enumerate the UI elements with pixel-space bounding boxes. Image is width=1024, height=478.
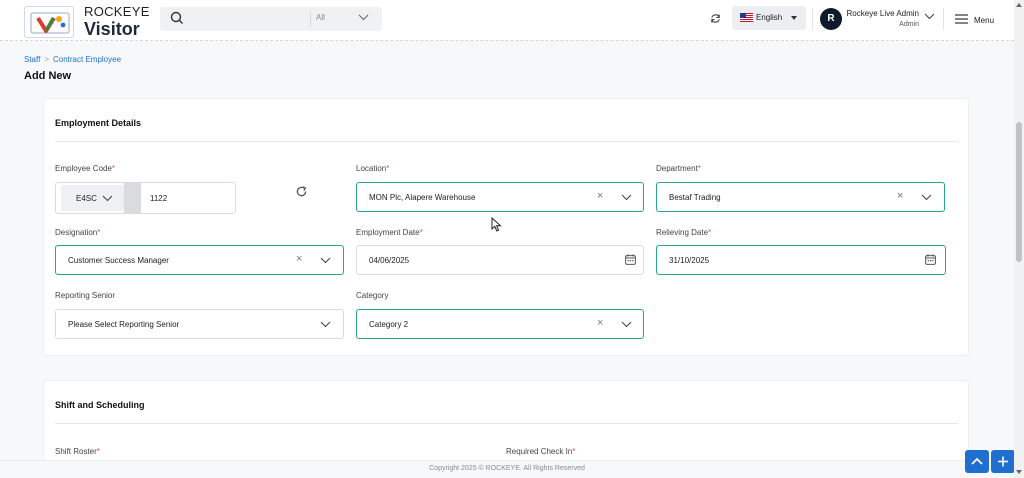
page-title: Add New: [24, 70, 72, 82]
section-title: Employment Details: [55, 118, 142, 128]
add-button[interactable]: [991, 450, 1015, 473]
designation-value: Customer Success Manager: [68, 256, 169, 265]
plus-icon: [998, 456, 1008, 467]
shift-roster-label: Shift Roster*: [55, 447, 100, 456]
global-search[interactable]: All: [160, 7, 382, 31]
search-divider: [310, 11, 311, 27]
section-title: Shift and Scheduling: [55, 400, 145, 410]
search-icon[interactable]: [170, 11, 184, 25]
regenerate-icon[interactable]: [296, 186, 307, 197]
footer: Copyright 2025 © ROCKEYE. All Rights Res…: [0, 460, 1014, 478]
employment-date-label: Employment Date*: [356, 228, 423, 237]
user-name[interactable]: Rockeye Live Admin: [843, 9, 919, 18]
calendar-icon[interactable]: [925, 254, 936, 265]
chevron-down-icon: [102, 195, 113, 202]
header-divider: [812, 8, 813, 30]
chevron-down-icon[interactable]: [621, 321, 632, 328]
relieving-date-input[interactable]: 31/10/2025: [656, 245, 946, 275]
clear-icon[interactable]: ×: [296, 253, 302, 265]
department-select[interactable]: Bestaf Trading ×: [656, 182, 945, 212]
copyright-text: Copyright 2025 © ROCKEYE. All Rights Res…: [429, 465, 585, 472]
breadcrumb-item-staff[interactable]: Staff: [24, 55, 40, 64]
location-label: Location*: [356, 164, 390, 173]
user-role: Admin: [899, 21, 919, 28]
brand-name-bottom: Visitor: [84, 19, 140, 39]
reporting-senior-placeholder: Please Select Reporting Senior: [68, 320, 180, 329]
section-divider: [55, 423, 958, 424]
employee-code-input[interactable]: 1122: [150, 194, 167, 203]
department-label: Department*: [656, 164, 701, 173]
employment-details-card: Employment Details Employee Code* E4SC 1…: [43, 98, 969, 356]
clear-icon[interactable]: ×: [597, 317, 603, 329]
chevron-down-icon[interactable]: [621, 194, 632, 201]
designation-label: Designation*: [55, 228, 101, 237]
hamburger-icon[interactable]: [955, 14, 968, 24]
chevron-down-icon[interactable]: [320, 257, 331, 264]
us-flag-icon: [740, 13, 753, 22]
mouse-cursor-icon: [491, 217, 502, 232]
department-value: Bestaf Trading: [669, 193, 721, 202]
location-select[interactable]: MON Plc, Alapere Warehouse ×: [356, 182, 644, 212]
refresh-icon[interactable]: [710, 13, 721, 24]
clear-icon[interactable]: ×: [597, 190, 603, 202]
employment-date-value: 04/06/2025: [369, 256, 410, 265]
relieving-date-label: Relieving Date*: [656, 228, 712, 237]
chevron-down-icon[interactable]: [924, 13, 935, 20]
calendar-icon[interactable]: [625, 254, 636, 265]
scrollbar-thumb[interactable]: [1016, 122, 1022, 262]
section-divider: [55, 141, 958, 142]
brand-logo-icon: [30, 12, 70, 34]
category-select[interactable]: Category 2 ×: [356, 309, 644, 339]
employee-code-field: E4SC 1122: [55, 182, 236, 214]
language-label: English: [756, 13, 783, 22]
breadcrumb: Staff > Contract Employee: [24, 55, 121, 64]
reporting-senior-label: Reporting Senior: [55, 291, 116, 300]
top-header: ROCKEYE Visitor All English R Rockeye Li…: [0, 0, 1014, 41]
designation-select[interactable]: Customer Success Manager ×: [55, 245, 344, 275]
chevron-down-icon[interactable]: [921, 194, 932, 201]
employee-code-label: Employee Code*: [55, 164, 116, 173]
scroll-down-icon[interactable]: [1016, 470, 1022, 474]
brand-name-top: ROCKEYE: [84, 4, 150, 19]
reporting-senior-select[interactable]: Please Select Reporting Senior: [55, 309, 344, 339]
header-divider: [943, 8, 944, 30]
clear-icon[interactable]: ×: [897, 190, 903, 202]
scroll-up-icon[interactable]: [1016, 3, 1022, 7]
menu-button[interactable]: Menu: [974, 16, 994, 25]
category-value: Category 2: [369, 320, 409, 329]
page-scrollbar[interactable]: [1014, 0, 1024, 478]
employee-code-prefix-select[interactable]: E4SC: [61, 185, 124, 211]
language-selector[interactable]: English: [732, 6, 806, 30]
breadcrumb-separator: >: [44, 55, 49, 64]
brand-logo[interactable]: [24, 6, 74, 38]
chevron-down-icon[interactable]: [358, 14, 369, 21]
employment-date-input[interactable]: 04/06/2025: [356, 245, 644, 275]
category-label: Category: [356, 291, 389, 300]
relieving-date-value: 31/10/2025: [669, 256, 710, 265]
scroll-to-top-button[interactable]: [965, 450, 989, 473]
avatar[interactable]: R: [820, 8, 842, 30]
breadcrumb-item-contract-employee[interactable]: Contract Employee: [53, 55, 121, 64]
arrow-up-icon: [971, 457, 983, 465]
chevron-down-icon[interactable]: [320, 321, 331, 328]
required-check-in-label: Required Check In*: [506, 447, 576, 456]
caret-down-icon: [791, 16, 797, 20]
search-scope-select[interactable]: All: [316, 13, 325, 22]
location-value: MON Plc, Alapere Warehouse: [369, 193, 476, 202]
employee-code-prefix: E4SC: [76, 194, 97, 203]
employee-code-spacer: [124, 183, 141, 213]
